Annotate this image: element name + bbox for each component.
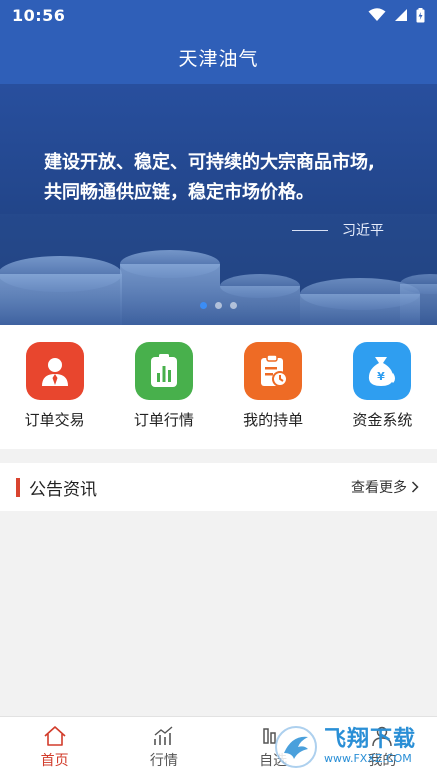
tab-label: 行情 [149,753,178,769]
notice-list [0,511,437,716]
money-bag-icon: ¥ [353,342,412,400]
signal-icon [395,9,407,21]
view-more-label: 查看更多 [351,480,407,496]
status-icons [368,7,425,23]
battery-icon [416,7,425,22]
menu-item-funds-system[interactable]: ¥ 资金系统 [332,342,432,449]
carousel-dot[interactable] [200,302,207,309]
chevron-right-icon [411,481,419,493]
section-title: 公告资讯 [29,479,97,500]
tab-market[interactable]: 行情 [109,717,218,777]
notice-section-header: 公告资讯 查看更多 [0,463,437,511]
carousel-dot[interactable] [215,302,222,309]
status-bar: 10:56 [0,0,437,30]
svg-text:¥: ¥ [378,370,386,383]
carousel-dot[interactable] [230,302,237,309]
banner-quote: 建设开放、稳定、可持续的大宗商品市场, 共同畅通供应链，稳定市场价格。 [44,152,375,203]
home-icon [44,726,66,746]
banner-author: 习近平 [292,220,384,240]
watermark-bird-icon [275,725,317,768]
page-title: 天津油气 [178,47,259,70]
view-more-link[interactable]: 查看更多 [351,477,419,497]
watermark-text: 飞翔下载 www.FXXZ.COM [324,727,417,766]
person-icon [25,342,84,400]
tab-label: 首页 [40,753,69,769]
menu-item-my-holdings[interactable]: 我的持单 [223,342,323,449]
author-dash [292,229,328,231]
menu-item-order-trading[interactable]: 订单交易 [5,342,105,449]
menu-label: 我的持单 [243,411,304,429]
clipboard-icon [244,342,303,400]
menu-label: 资金系统 [352,411,413,429]
watermark-logo: 飞翔下载 www.FXXZ.COM [268,716,437,777]
menu-label: 订单交易 [24,411,85,429]
app-header: 天津油气 [0,30,437,84]
banner-carousel[interactable]: 建设开放、稳定、可持续的大宗商品市场, 共同畅通供应链，稳定市场价格。 习近平 [0,84,437,325]
quick-menu: 订单交易 订单行情 我的持单 ¥ 资金系统 [0,325,437,449]
banner-author-name: 习近平 [342,223,384,239]
tab-home[interactable]: 首页 [0,717,109,777]
menu-label: 订单行情 [133,411,194,429]
bar-chart-icon [134,342,193,400]
wifi-icon [368,8,386,21]
menu-item-order-market[interactable]: 订单行情 [114,342,214,449]
status-time: 10:56 [12,5,66,25]
market-chart-icon [154,726,173,745]
section-accent-bar [16,477,20,497]
carousel-indicator [0,302,437,309]
watermark-url: www.FXXZ.COM [324,752,412,765]
watermark-title: 飞翔下载 [324,727,417,752]
